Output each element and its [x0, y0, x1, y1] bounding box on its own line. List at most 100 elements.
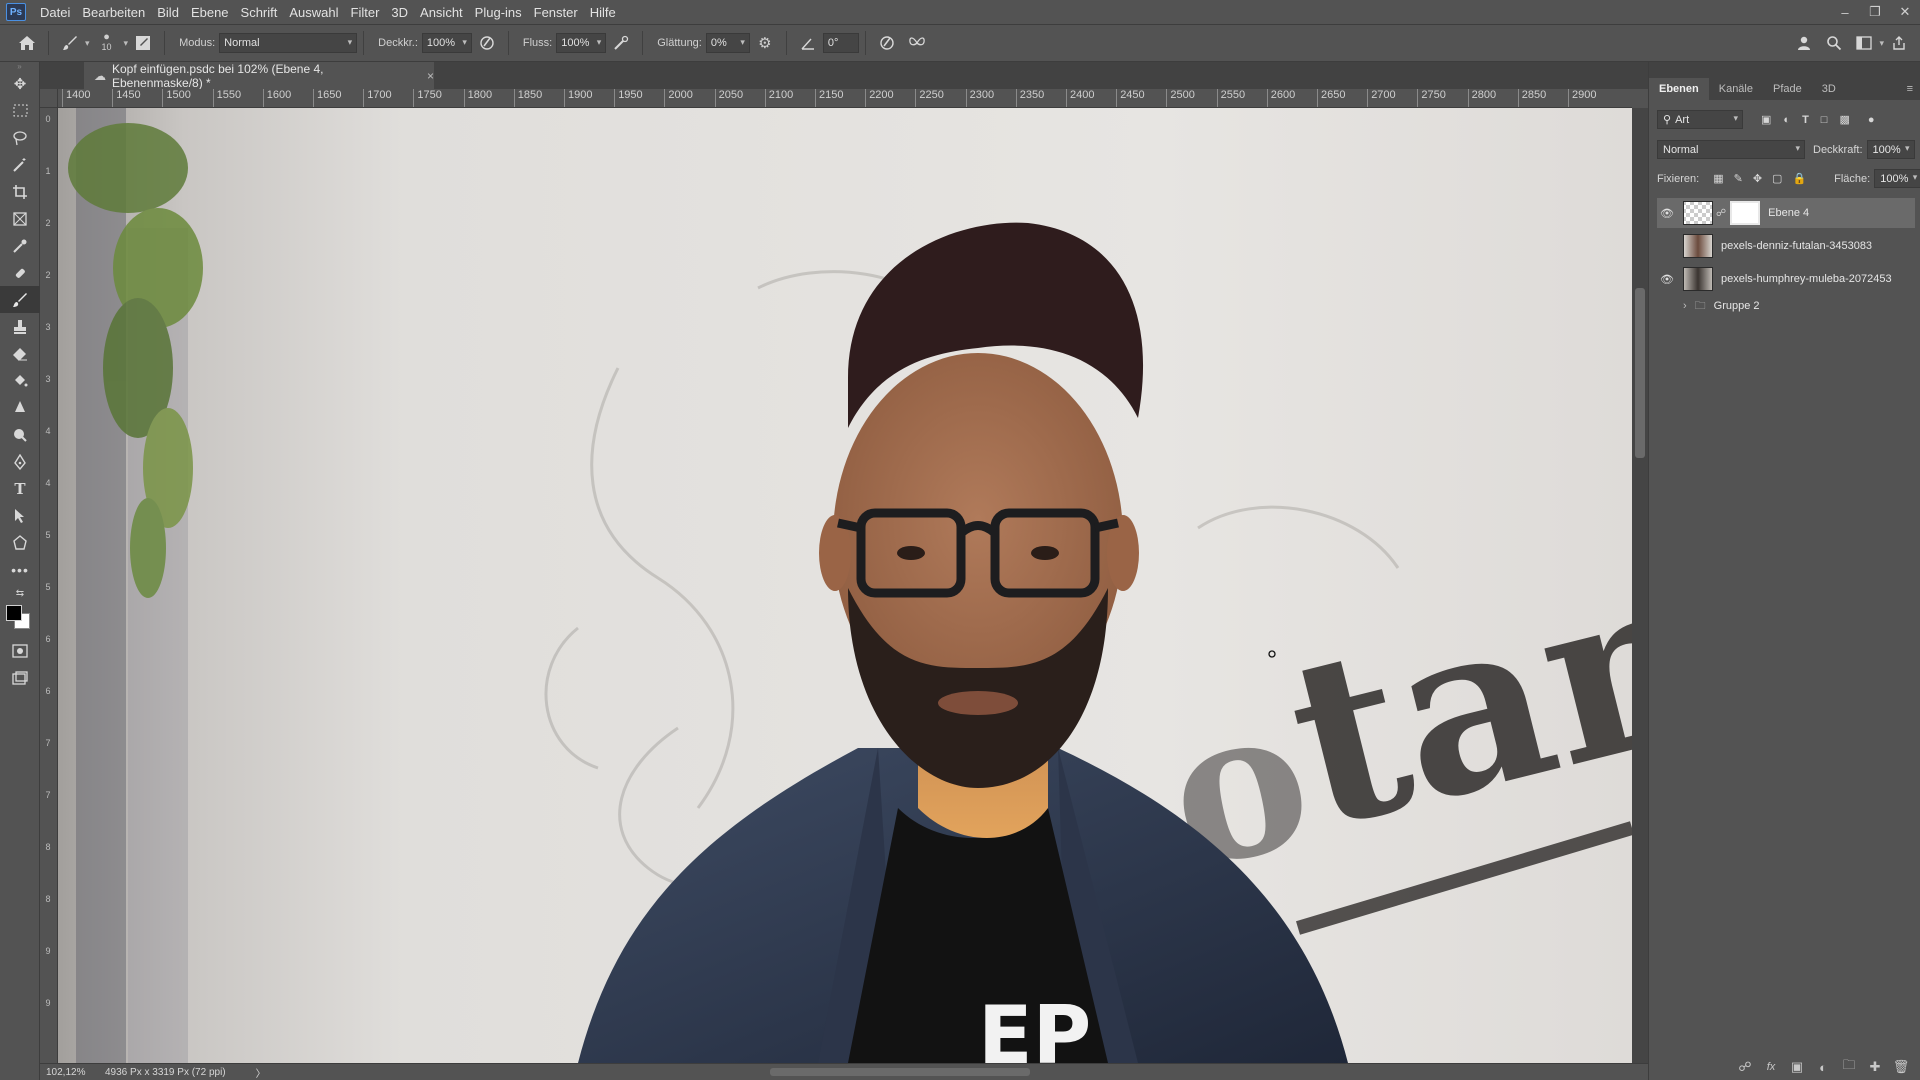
toolbar-collapse-icon[interactable]: »	[0, 62, 39, 71]
fluss-input[interactable]: 100% ▾	[556, 33, 607, 53]
color-swatches[interactable]	[0, 603, 39, 637]
horizontal-scroll-thumb[interactable]	[770, 1068, 1030, 1076]
tab-pfade[interactable]: Pfade	[1763, 78, 1812, 100]
lock-transparent-icon[interactable]: ▦	[1713, 172, 1723, 185]
vertical-scrollbar[interactable]	[1632, 108, 1648, 1063]
minimize-icon[interactable]: –	[1830, 0, 1860, 24]
menu-3d[interactable]: 3D	[385, 5, 414, 20]
quick-mask-icon[interactable]	[0, 637, 40, 664]
filter-smartobject-icon[interactable]: ▩	[1839, 113, 1849, 126]
mask-link-chain-icon[interactable]: ☍	[1716, 208, 1726, 219]
close-icon[interactable]: ✕	[1890, 0, 1920, 24]
visibility-off-icon[interactable]	[1657, 231, 1677, 261]
layer-style-fx-icon[interactable]: fx	[1761, 1061, 1781, 1073]
marquee-tool-icon[interactable]	[0, 97, 40, 124]
layer-row-denniz[interactable]: pexels-denniz-futalan-3453083	[1657, 231, 1915, 261]
menu-bearbeiten[interactable]: Bearbeiten	[76, 5, 151, 20]
close-document-icon[interactable]: ×	[427, 69, 434, 83]
pressure-size-icon[interactable]	[874, 30, 900, 56]
vertical-scroll-thumb[interactable]	[1635, 288, 1645, 458]
workspace-icon[interactable]	[1851, 30, 1877, 56]
tab-kanaele[interactable]: Kanäle	[1709, 78, 1763, 100]
vertical-ruler[interactable]: 0 1 2 2 3 3 4 4 5 5 6 6 7 7 8 8 9 9	[40, 108, 58, 1063]
menu-schrift[interactable]: Schrift	[235, 5, 284, 20]
panel-collapse-bar[interactable]	[1649, 62, 1920, 74]
shape-tool-icon[interactable]	[0, 529, 40, 556]
link-layers-icon[interactable]: ☍	[1735, 1059, 1755, 1075]
visibility-eye-icon[interactable]: 👁	[1657, 198, 1677, 228]
tab-3d[interactable]: 3D	[1812, 78, 1846, 100]
visibility-off-icon[interactable]	[1657, 291, 1677, 321]
horizontal-ruler[interactable]: 1400 1450 1500 1550 1600 1650 1700 1750 1800 1850…	[58, 89, 1632, 108]
group-expand-chevron-icon[interactable]: ›	[1683, 300, 1687, 312]
menu-filter[interactable]: Filter	[345, 5, 386, 20]
smoothing-settings-gear-icon[interactable]: ⚙	[752, 30, 778, 56]
layer-row-humphrey[interactable]: 👁 pexels-humphrey-muleba-2072453	[1657, 264, 1915, 294]
eraser-tool-icon[interactable]	[0, 340, 40, 367]
blur-tool-icon[interactable]	[0, 394, 40, 421]
status-expand-arrow[interactable]: 〉	[256, 1065, 266, 1080]
zoom-level[interactable]: 102,12%	[40, 1067, 95, 1078]
lasso-tool-icon[interactable]	[0, 124, 40, 151]
adjustment-layer-icon[interactable]: ◐	[1813, 1060, 1833, 1075]
pressure-opacity-icon[interactable]	[474, 30, 500, 56]
menu-hilfe[interactable]: Hilfe	[584, 5, 622, 20]
crop-tool-icon[interactable]	[0, 178, 40, 205]
deckkraft-input[interactable]: 100% ▾	[421, 33, 472, 53]
filter-type-icon[interactable]: T	[1802, 114, 1809, 126]
move-tool-icon[interactable]: ✥	[0, 70, 40, 97]
menu-ebene[interactable]: Ebene	[185, 5, 235, 20]
new-layer-icon[interactable]: ✚	[1865, 1059, 1885, 1075]
foreground-color[interactable]	[6, 605, 22, 621]
menu-ansicht[interactable]: Ansicht	[414, 5, 469, 20]
modus-select[interactable]: Normal ▾	[219, 33, 358, 53]
layer-row-gruppe-2[interactable]: › 🗀 Gruppe 2	[1657, 294, 1915, 318]
share-user-icon[interactable]	[1791, 30, 1817, 56]
layer-row-ebene-4[interactable]: 👁 ☍ Ebene 4	[1657, 198, 1915, 228]
menu-fenster[interactable]: Fenster	[528, 5, 584, 20]
share-export-icon[interactable]	[1886, 30, 1912, 56]
visibility-eye-icon[interactable]: 👁	[1657, 264, 1677, 294]
ruler-origin[interactable]	[40, 89, 58, 108]
brush-settings-panel-icon[interactable]	[130, 30, 156, 56]
menu-plugins[interactable]: Plug-ins	[469, 5, 528, 20]
more-tools-icon[interactable]: •••	[0, 556, 40, 583]
blend-mode-select[interactable]: Normal ▾	[1657, 140, 1805, 159]
restore-icon[interactable]: ❐	[1860, 0, 1890, 24]
swap-colors-icon[interactable]: ⇆	[0, 583, 40, 603]
lock-artboard-icon[interactable]: ▢	[1772, 172, 1782, 185]
opacity-input[interactable]: 100% ▾	[1866, 140, 1915, 159]
angle-input[interactable]: 0°	[822, 33, 859, 53]
tab-ebenen[interactable]: Ebenen	[1649, 78, 1709, 100]
magic-wand-tool-icon[interactable]	[0, 151, 40, 178]
brush-tool-icon-selected[interactable]	[0, 286, 40, 313]
paint-bucket-tool-icon[interactable]	[0, 367, 40, 394]
home-icon[interactable]	[14, 30, 40, 56]
layer-mask-thumbnail[interactable]	[1730, 201, 1761, 225]
document-canvas[interactable]: tan o EP	[58, 108, 1632, 1063]
document-tab[interactable]: ☁ Kopf einfügen.psdc bei 102% (Ebene 4, …	[84, 62, 434, 90]
menu-datei[interactable]: Datei	[34, 5, 76, 20]
menu-auswahl[interactable]: Auswahl	[283, 5, 344, 20]
path-selection-tool-icon[interactable]	[0, 502, 40, 529]
eyedropper-tool-icon[interactable]	[0, 232, 40, 259]
brush-preset-picker[interactable]: ● 10	[92, 30, 122, 56]
lock-image-icon[interactable]: ✎	[1734, 172, 1743, 185]
panel-menu-icon[interactable]: ≡	[1899, 78, 1920, 100]
search-icon[interactable]	[1821, 30, 1847, 56]
add-mask-icon[interactable]: ▣	[1787, 1059, 1807, 1075]
brush-tool-icon[interactable]	[57, 30, 83, 56]
airbrush-icon[interactable]	[608, 30, 634, 56]
delete-layer-icon[interactable]: 🗑	[1891, 1059, 1911, 1075]
glaettung-input[interactable]: 0% ▾	[705, 33, 750, 53]
symmetry-butterfly-icon[interactable]	[904, 30, 930, 56]
dodge-tool-icon[interactable]	[0, 421, 40, 448]
filter-toggle-icon[interactable]: ●	[1868, 114, 1875, 126]
filter-adjustment-icon[interactable]: ◐	[1783, 114, 1790, 126]
filter-shape-icon[interactable]: □	[1821, 114, 1828, 126]
lock-position-icon[interactable]: ✥	[1753, 172, 1762, 185]
screen-mode-icon[interactable]	[0, 664, 40, 691]
layer-filter-select[interactable]: ⚲ Art ▾	[1657, 110, 1743, 129]
fill-input[interactable]: 100% ▾	[1874, 169, 1920, 188]
healing-brush-tool-icon[interactable]	[0, 259, 40, 286]
